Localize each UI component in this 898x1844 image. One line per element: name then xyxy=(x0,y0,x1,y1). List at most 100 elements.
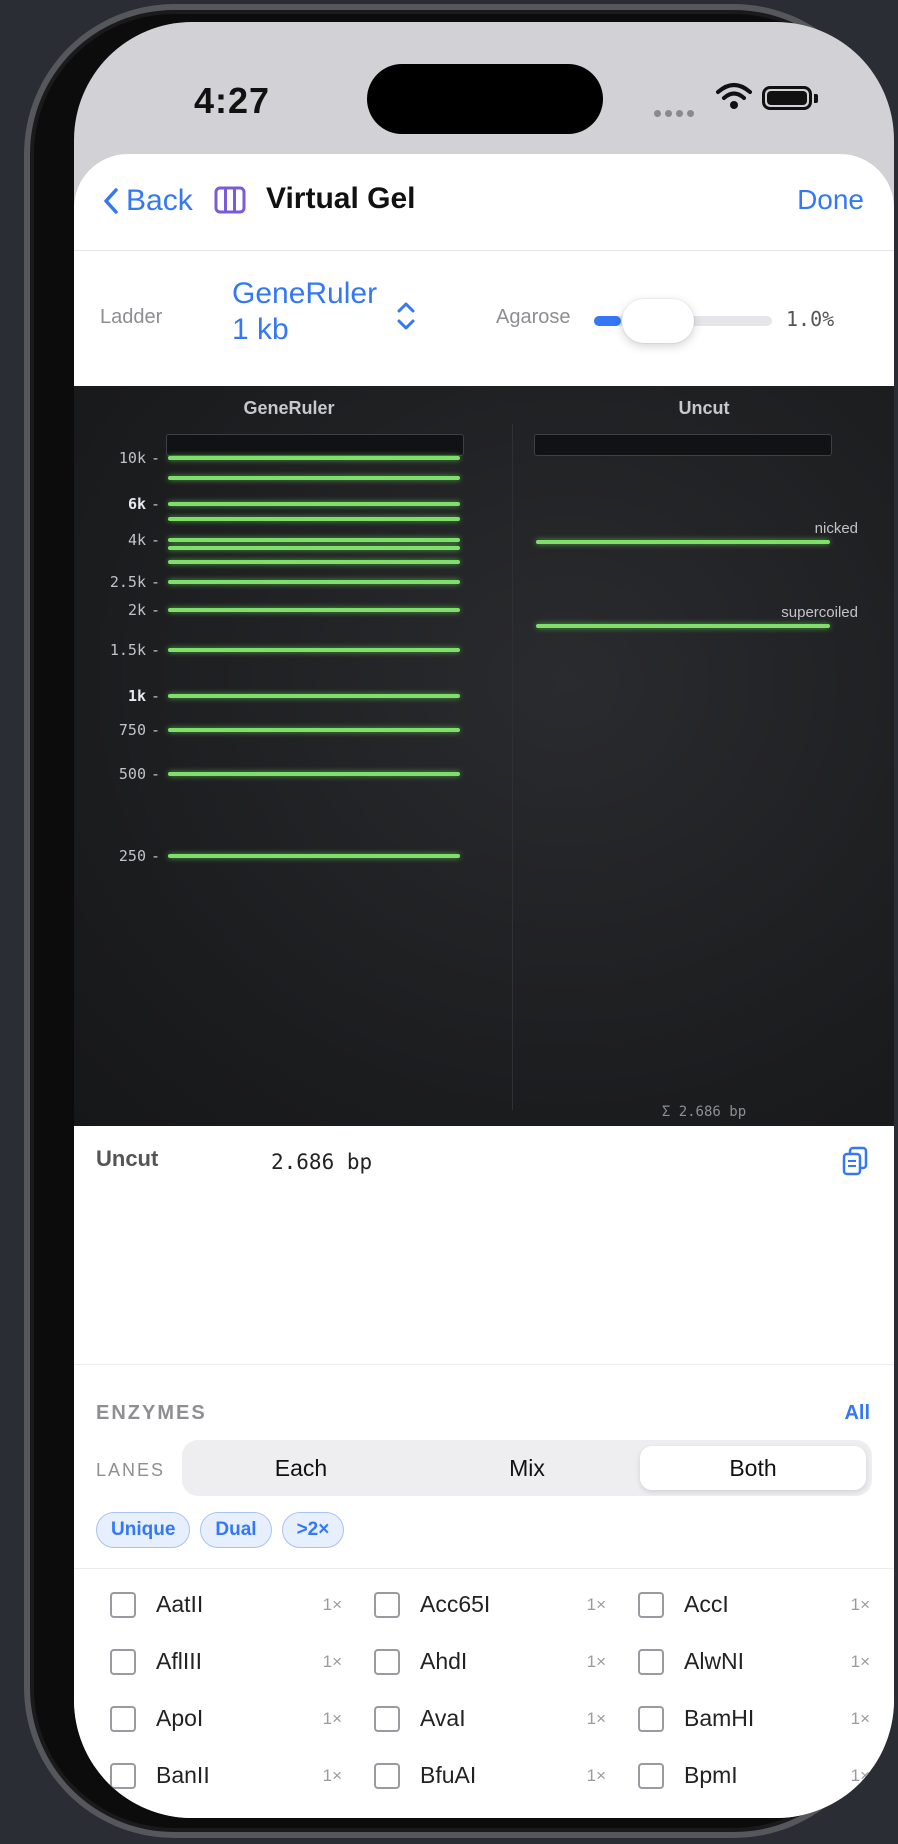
uncut-band-label: supercoiled xyxy=(781,604,858,621)
filter-unique-chip[interactable]: Unique xyxy=(96,1512,191,1548)
lane-info: Uncut 2.686 bp xyxy=(74,1126,894,1365)
enzyme-item[interactable]: BamHI 1× xyxy=(638,1700,888,1740)
segment-mix[interactable]: Mix xyxy=(414,1446,640,1490)
enzyme-item[interactable]: BsmBI1× xyxy=(638,1814,888,1818)
enzyme-item[interactable]: BfuAI 1× xyxy=(374,1757,624,1797)
segment-each[interactable]: Each xyxy=(188,1446,414,1490)
enzyme-checkbox[interactable] xyxy=(374,1763,400,1789)
enzyme-checkbox[interactable] xyxy=(638,1592,664,1618)
copy-icon[interactable] xyxy=(842,1146,868,1176)
gel-controls: Ladder GeneRuler 1 kb Agarose 1.0% xyxy=(74,250,894,386)
done-button[interactable]: Done xyxy=(797,184,864,216)
battery-icon xyxy=(762,86,812,110)
back-button[interactable]: Back xyxy=(102,184,193,218)
enzyme-name: AvaI xyxy=(420,1705,466,1731)
enzymes-all-button[interactable]: All xyxy=(844,1402,870,1425)
agarose-slider-fill xyxy=(594,316,621,326)
enzyme-item[interactable]: AhdI 1× xyxy=(374,1643,624,1683)
chevron-left-icon xyxy=(104,188,118,214)
uncut-band xyxy=(536,624,830,628)
enzyme-checkbox[interactable] xyxy=(638,1649,664,1675)
enzyme-name: BfuAI xyxy=(420,1762,477,1788)
ladder-band xyxy=(168,546,460,550)
enzyme-checkbox[interactable] xyxy=(374,1649,400,1675)
enzyme-item[interactable]: BsaI1× xyxy=(110,1814,360,1818)
status-time: 4:27 xyxy=(194,80,271,121)
ladder-band xyxy=(168,580,460,584)
lane-info-size: 2.686 bp xyxy=(271,1150,373,1174)
ladder-tick-mark: - xyxy=(150,641,160,659)
agarose-slider-thumb[interactable] xyxy=(622,299,694,343)
segment-both[interactable]: Both xyxy=(640,1446,866,1490)
enzyme-count: 1× xyxy=(322,1709,342,1728)
enzyme-count: 1× xyxy=(850,1595,870,1614)
enzyme-name: ApoI xyxy=(156,1705,204,1731)
ladder-band xyxy=(168,456,460,460)
filter-multi-chip[interactable]: >2× xyxy=(281,1512,345,1548)
enzyme-item[interactable]: AflIII 1× xyxy=(110,1643,360,1683)
enzyme-item[interactable]: BanII 1× xyxy=(110,1757,360,1797)
enzyme-checkbox[interactable] xyxy=(110,1592,136,1618)
lanes-segmented-control: Each Mix Both xyxy=(182,1440,872,1496)
enzyme-count: 1× xyxy=(850,1766,870,1785)
enzyme-item[interactable]: AatII 1× xyxy=(110,1586,360,1626)
divider xyxy=(74,1568,894,1569)
filter-dual-chip[interactable]: Dual xyxy=(200,1512,272,1548)
chevron-up-down-icon[interactable] xyxy=(396,300,416,332)
uncut-well xyxy=(534,434,832,456)
ladder-tick-mark: - xyxy=(150,573,160,591)
enzyme-checkbox[interactable] xyxy=(110,1763,136,1789)
enzyme-item[interactable]: AvaI 1× xyxy=(374,1700,624,1740)
enzyme-checkbox[interactable] xyxy=(638,1706,664,1732)
ladder-band xyxy=(168,560,460,564)
ladder-band xyxy=(168,694,460,698)
ladder-well xyxy=(166,434,464,456)
ladder-tick-mark: - xyxy=(150,765,160,783)
enzyme-item[interactable]: BpmI 1× xyxy=(638,1757,888,1797)
ladder-picker[interactable]: GeneRuler 1 kb xyxy=(232,276,392,348)
phone-screen: 4:27 Back Virtual Gel Done Ladder GeneRu… xyxy=(74,22,894,1818)
agarose-label: Agarose xyxy=(496,306,571,328)
enzyme-checkbox[interactable] xyxy=(638,1763,664,1789)
phone-frame: 4:27 Back Virtual Gel Done Ladder GeneRu… xyxy=(24,4,894,1838)
back-label: Back xyxy=(126,184,193,217)
lane-info-name: Uncut xyxy=(96,1146,159,1171)
cellular-icon xyxy=(654,104,698,122)
ladder-band xyxy=(168,772,460,776)
lane-title-uncut: Uncut xyxy=(678,398,730,418)
enzyme-count: 1× xyxy=(586,1652,606,1671)
enzyme-checkbox[interactable] xyxy=(110,1649,136,1675)
enzyme-item[interactable]: ApoI 1× xyxy=(110,1700,360,1740)
page-title: Virtual Gel xyxy=(266,182,416,215)
ladder-band xyxy=(168,648,460,652)
ladder-band xyxy=(168,728,460,732)
uncut-band-label: nicked xyxy=(814,520,858,537)
enzyme-item[interactable]: AlwNI 1× xyxy=(638,1643,888,1683)
ladder-band xyxy=(168,608,460,612)
enzyme-item[interactable]: Acc65I 1× xyxy=(374,1586,624,1626)
ladder-value-line1: GeneRuler xyxy=(232,277,378,310)
enzyme-checkbox[interactable] xyxy=(374,1592,400,1618)
enzyme-checkbox[interactable] xyxy=(110,1706,136,1732)
ladder-band xyxy=(168,538,460,542)
enzyme-count: 1× xyxy=(850,1709,870,1728)
enzymes-header: ENZYMES xyxy=(96,1402,207,1424)
enzyme-item[interactable]: BseYI1× xyxy=(374,1814,624,1818)
enzyme-count: 1× xyxy=(322,1766,342,1785)
lane-title-ladder: GeneRuler xyxy=(243,398,335,418)
enzyme-item[interactable]: AccI 1× xyxy=(638,1586,888,1626)
columns-icon[interactable] xyxy=(214,186,246,214)
virtual-gel-sheet: Back Virtual Gel Done Ladder GeneRuler 1… xyxy=(74,154,894,1818)
ladder-tick-mark: - xyxy=(150,531,160,549)
dynamic-island xyxy=(367,64,603,134)
enzyme-count: 1× xyxy=(586,1595,606,1614)
enzyme-checkbox[interactable] xyxy=(374,1706,400,1732)
enzyme-name: AlwNI xyxy=(684,1648,745,1674)
ladder-band xyxy=(168,476,460,480)
enzyme-count: 1× xyxy=(586,1709,606,1728)
ladder-band xyxy=(168,854,460,858)
ladder-band xyxy=(168,517,460,521)
enzyme-count: 1× xyxy=(322,1595,342,1614)
wifi-icon xyxy=(716,83,752,109)
enzyme-name: BamHI xyxy=(684,1705,755,1731)
